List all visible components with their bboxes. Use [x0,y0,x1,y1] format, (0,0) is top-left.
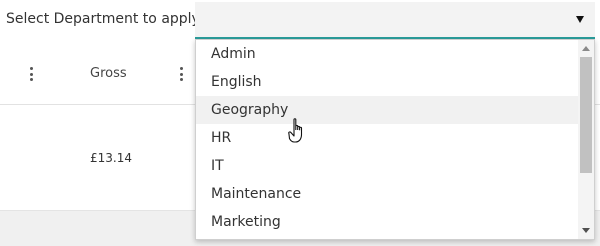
hand-pointer-cursor-icon [288,118,303,143]
department-select-label: Select Department to apply: [6,11,204,27]
dropdown-option-marketing[interactable]: Marketing [196,208,580,236]
column-header-gross[interactable]: Gross [90,66,127,81]
dropdown-scrollbar[interactable] [578,40,594,239]
column-menu-icon[interactable] [179,67,183,81]
scroll-up-arrow-icon[interactable] [582,46,590,51]
department-dropdown-list[interactable]: Admin English Geography HR IT Maintenanc… [195,39,595,240]
department-select[interactable] [195,2,595,39]
column-menu-icon[interactable] [29,67,33,81]
dropdown-option-english[interactable]: English [196,68,580,96]
stage: Gross £13.14 Select Department to apply:… [0,0,600,246]
dropdown-option-maintenance[interactable]: Maintenance [196,180,580,208]
scrollbar-thumb[interactable] [580,57,592,173]
triangle-down-icon[interactable] [576,16,584,23]
gross-cell: £13.14 [90,151,132,165]
scroll-down-arrow-icon[interactable] [582,228,590,233]
dropdown-option-hr[interactable]: HR [196,124,580,152]
dropdown-option-geography[interactable]: Geography [196,96,580,124]
dropdown-option-admin[interactable]: Admin [196,40,580,68]
dropdown-option-it[interactable]: IT [196,152,580,180]
